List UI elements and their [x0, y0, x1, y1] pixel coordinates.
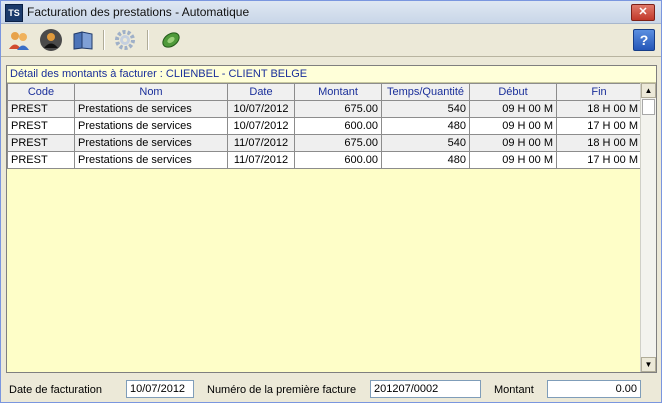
table-header-row: Code Nom Date Montant Temps/Quantité Déb… [7, 83, 642, 101]
book-icon[interactable] [71, 28, 95, 52]
cell-date[interactable]: 11/07/2012 [227, 151, 295, 169]
table-row[interactable]: PREST Prestations de services 10/07/2012… [7, 100, 642, 118]
column-header-nom[interactable]: Nom [74, 83, 228, 101]
amount-label: Montant [494, 384, 534, 396]
person-dark-icon[interactable] [39, 28, 63, 52]
gear-icon[interactable] [113, 28, 137, 52]
app-icon: TS [5, 4, 23, 22]
column-header-fin[interactable]: Fin [556, 83, 642, 101]
invoice-detail-panel: Détail des montants à facturer : CLIENBE… [6, 65, 657, 373]
cell-code[interactable]: PREST [7, 117, 75, 135]
cell-date[interactable]: 10/07/2012 [227, 117, 295, 135]
column-header-code[interactable]: Code [7, 83, 75, 101]
people-icon[interactable] [7, 28, 31, 52]
toolbar-separator [147, 30, 148, 50]
column-header-montant[interactable]: Montant [294, 83, 382, 101]
billing-date-label: Date de facturation [9, 384, 102, 396]
cell-fin[interactable]: 17 H 00 M [556, 117, 642, 135]
cell-debut[interactable]: 09 H 00 M [469, 134, 557, 152]
cell-fin[interactable]: 17 H 00 M [556, 151, 642, 169]
scroll-up-arrow-icon[interactable]: ▲ [641, 83, 656, 98]
scroll-down-arrow-icon[interactable]: ▼ [641, 357, 656, 372]
grid-title: Détail des montants à facturer : CLIENBE… [7, 66, 656, 83]
toolbar-separator [103, 30, 104, 50]
table-row[interactable]: PREST Prestations de services 11/07/2012… [7, 134, 642, 152]
money-icon[interactable] [159, 28, 183, 52]
main-window: TS Facturation des prestations - Automat… [0, 0, 662, 403]
first-invoice-number-label: Numéro de la première facture [207, 384, 357, 396]
invoice-detail-table: Code Nom Date Montant Temps/Quantité Déb… [7, 83, 642, 169]
column-header-temps-quantite[interactable]: Temps/Quantité [381, 83, 470, 101]
cell-temps-quantite[interactable]: 480 [381, 117, 470, 135]
table-row[interactable]: PREST Prestations de services 11/07/2012… [7, 151, 642, 169]
cell-montant[interactable]: 600.00 [294, 117, 382, 135]
cell-date[interactable]: 10/07/2012 [227, 100, 295, 118]
cell-debut[interactable]: 09 H 00 M [469, 151, 557, 169]
table-row[interactable]: PREST Prestations de services 10/07/2012… [7, 117, 642, 135]
cell-montant[interactable]: 600.00 [294, 151, 382, 169]
cell-temps-quantite[interactable]: 540 [381, 100, 470, 118]
cell-date[interactable]: 11/07/2012 [227, 134, 295, 152]
column-header-date[interactable]: Date [227, 83, 295, 101]
vertical-scrollbar[interactable]: ▲ ▼ [640, 83, 656, 372]
help-button[interactable]: ? [633, 29, 655, 51]
scroll-thumb[interactable] [642, 99, 655, 115]
cell-code[interactable]: PREST [7, 151, 75, 169]
title-bar[interactable]: TS Facturation des prestations - Automat… [1, 1, 661, 24]
cell-debut[interactable]: 09 H 00 M [469, 100, 557, 118]
cell-montant[interactable]: 675.00 [294, 134, 382, 152]
cell-temps-quantite[interactable]: 540 [381, 134, 470, 152]
cell-fin[interactable]: 18 H 00 M [556, 100, 642, 118]
footer-bar: Date de facturation Numéro de la premièr… [1, 378, 661, 400]
cell-nom[interactable]: Prestations de services [74, 134, 228, 152]
cell-nom[interactable]: Prestations de services [74, 117, 228, 135]
billing-date-field[interactable] [126, 380, 194, 398]
cell-debut[interactable]: 09 H 00 M [469, 117, 557, 135]
cell-fin[interactable]: 18 H 00 M [556, 134, 642, 152]
cell-nom[interactable]: Prestations de services [74, 151, 228, 169]
amount-field[interactable] [547, 380, 641, 398]
cell-montant[interactable]: 675.00 [294, 100, 382, 118]
close-button[interactable]: ✕ [631, 4, 655, 21]
cell-code[interactable]: PREST [7, 134, 75, 152]
column-header-debut[interactable]: Début [469, 83, 557, 101]
cell-temps-quantite[interactable]: 480 [381, 151, 470, 169]
first-invoice-number-field[interactable] [370, 380, 481, 398]
cell-code[interactable]: PREST [7, 100, 75, 118]
window-title: Facturation des prestations - Automatiqu… [27, 5, 250, 19]
toolbar: ? [1, 24, 661, 57]
cell-nom[interactable]: Prestations de services [74, 100, 228, 118]
